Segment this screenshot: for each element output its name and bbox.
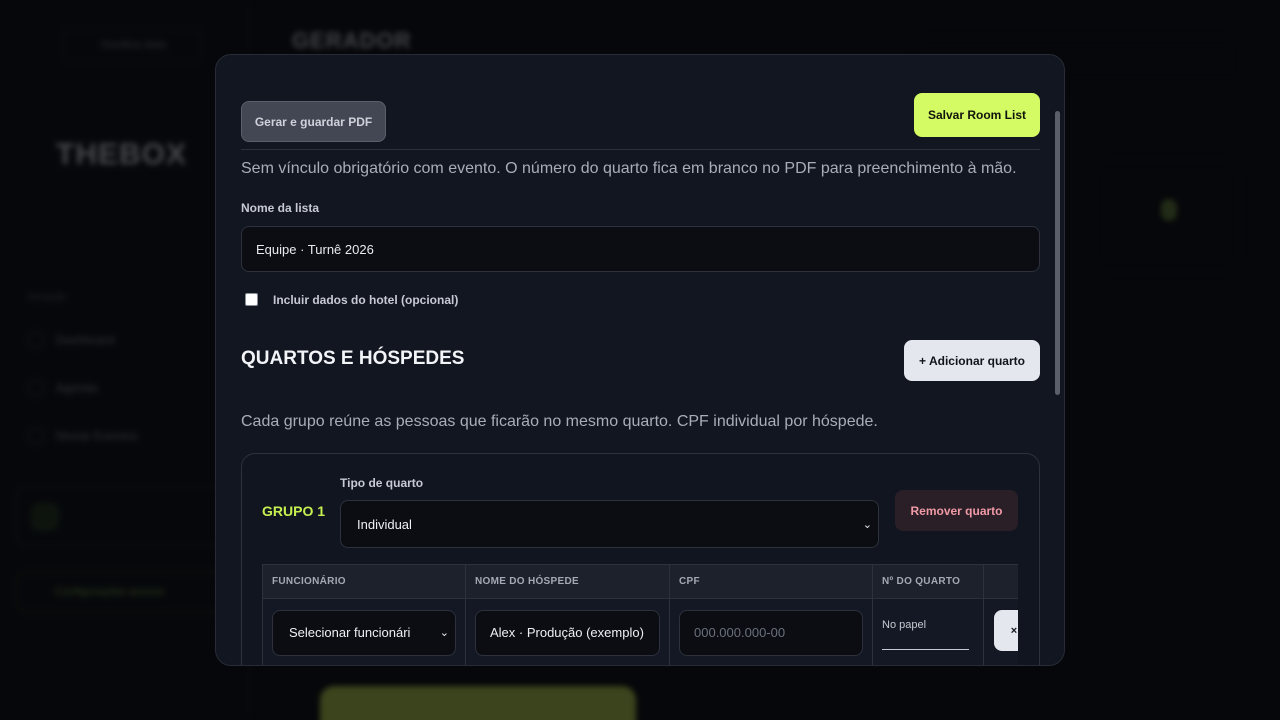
employee-select[interactable]: Selecionar funcionári ⌄ bbox=[272, 609, 456, 656]
room-type-select[interactable]: Individual ⌄ bbox=[340, 500, 879, 548]
guests-table-wrapper[interactable]: FUNCIONÁRIO NOME DO HÓSPEDE CPF Nº DO QU… bbox=[262, 564, 1018, 665]
header-divider bbox=[241, 149, 1040, 150]
remove-guest-button[interactable]: × bbox=[994, 610, 1018, 651]
room-number-placeholder: No papel bbox=[882, 619, 927, 631]
column-header-guest-name: NOME DO HÓSPEDE bbox=[465, 564, 670, 599]
hotel-data-checkbox[interactable] bbox=[245, 293, 258, 306]
list-name-input[interactable] bbox=[241, 226, 1040, 272]
intro-text: Sem vínculo obrigatório com evento. O nú… bbox=[241, 160, 1017, 177]
chevron-down-icon: ⌄ bbox=[439, 627, 449, 639]
guests-table: FUNCIONÁRIO NOME DO HÓSPEDE CPF Nº DO QU… bbox=[262, 564, 1018, 665]
table-header-row: FUNCIONÁRIO NOME DO HÓSPEDE CPF Nº DO QU… bbox=[262, 564, 1018, 599]
room-list-modal: Gerar e guardar PDF Salvar Room List Sem… bbox=[215, 54, 1065, 666]
cpf-cell: 000.000.000-00 bbox=[669, 598, 873, 665]
remove-room-button[interactable]: Remover quarto bbox=[895, 490, 1018, 531]
room-number-cell: No papel bbox=[872, 598, 984, 665]
room-type-value: Individual bbox=[357, 516, 412, 532]
employee-select-value: Selecionar funcionári bbox=[289, 625, 411, 640]
column-header-cpf: CPF bbox=[669, 564, 873, 599]
save-room-list-button[interactable]: Salvar Room List bbox=[914, 93, 1040, 137]
group-title: GRUPO 1 bbox=[262, 503, 326, 519]
room-group: GRUPO 1 Tipo de quarto Individual ⌄ Remo… bbox=[241, 453, 1040, 665]
room-number-line bbox=[882, 649, 969, 650]
rooms-section-description: Cada grupo reúne as pessoas que ficarão … bbox=[241, 413, 878, 430]
hotel-data-checkbox-label: Incluir dados do hotel (opcional) bbox=[273, 293, 459, 307]
column-header-employee: FUNCIONÁRIO bbox=[262, 564, 466, 599]
modal-scrollbar[interactable] bbox=[1055, 111, 1060, 395]
column-header-actions bbox=[983, 564, 1018, 599]
rooms-section-title: QUARTOS E HÓSPEDES bbox=[241, 348, 465, 369]
list-name-label: Nome da lista bbox=[241, 201, 320, 215]
column-header-room-number: Nº DO QUARTO bbox=[872, 564, 984, 599]
room-type-label: Tipo de quarto bbox=[340, 476, 424, 490]
chevron-down-icon: ⌄ bbox=[862, 518, 872, 531]
guest-name-cell: Alex · Produção (exemplo) bbox=[465, 598, 670, 665]
add-room-button[interactable]: + Adicionar quarto bbox=[904, 340, 1040, 381]
generate-pdf-button[interactable]: Gerar e guardar PDF bbox=[241, 101, 386, 142]
actions-cell: × bbox=[983, 598, 1018, 665]
cpf-input[interactable]: 000.000.000-00 bbox=[679, 609, 863, 656]
table-row: Selecionar funcionári ⌄ Alex · Produção … bbox=[262, 598, 1018, 665]
employee-cell: Selecionar funcionári ⌄ bbox=[262, 598, 466, 665]
guest-name-input[interactable]: Alex · Produção (exemplo) bbox=[475, 609, 660, 656]
